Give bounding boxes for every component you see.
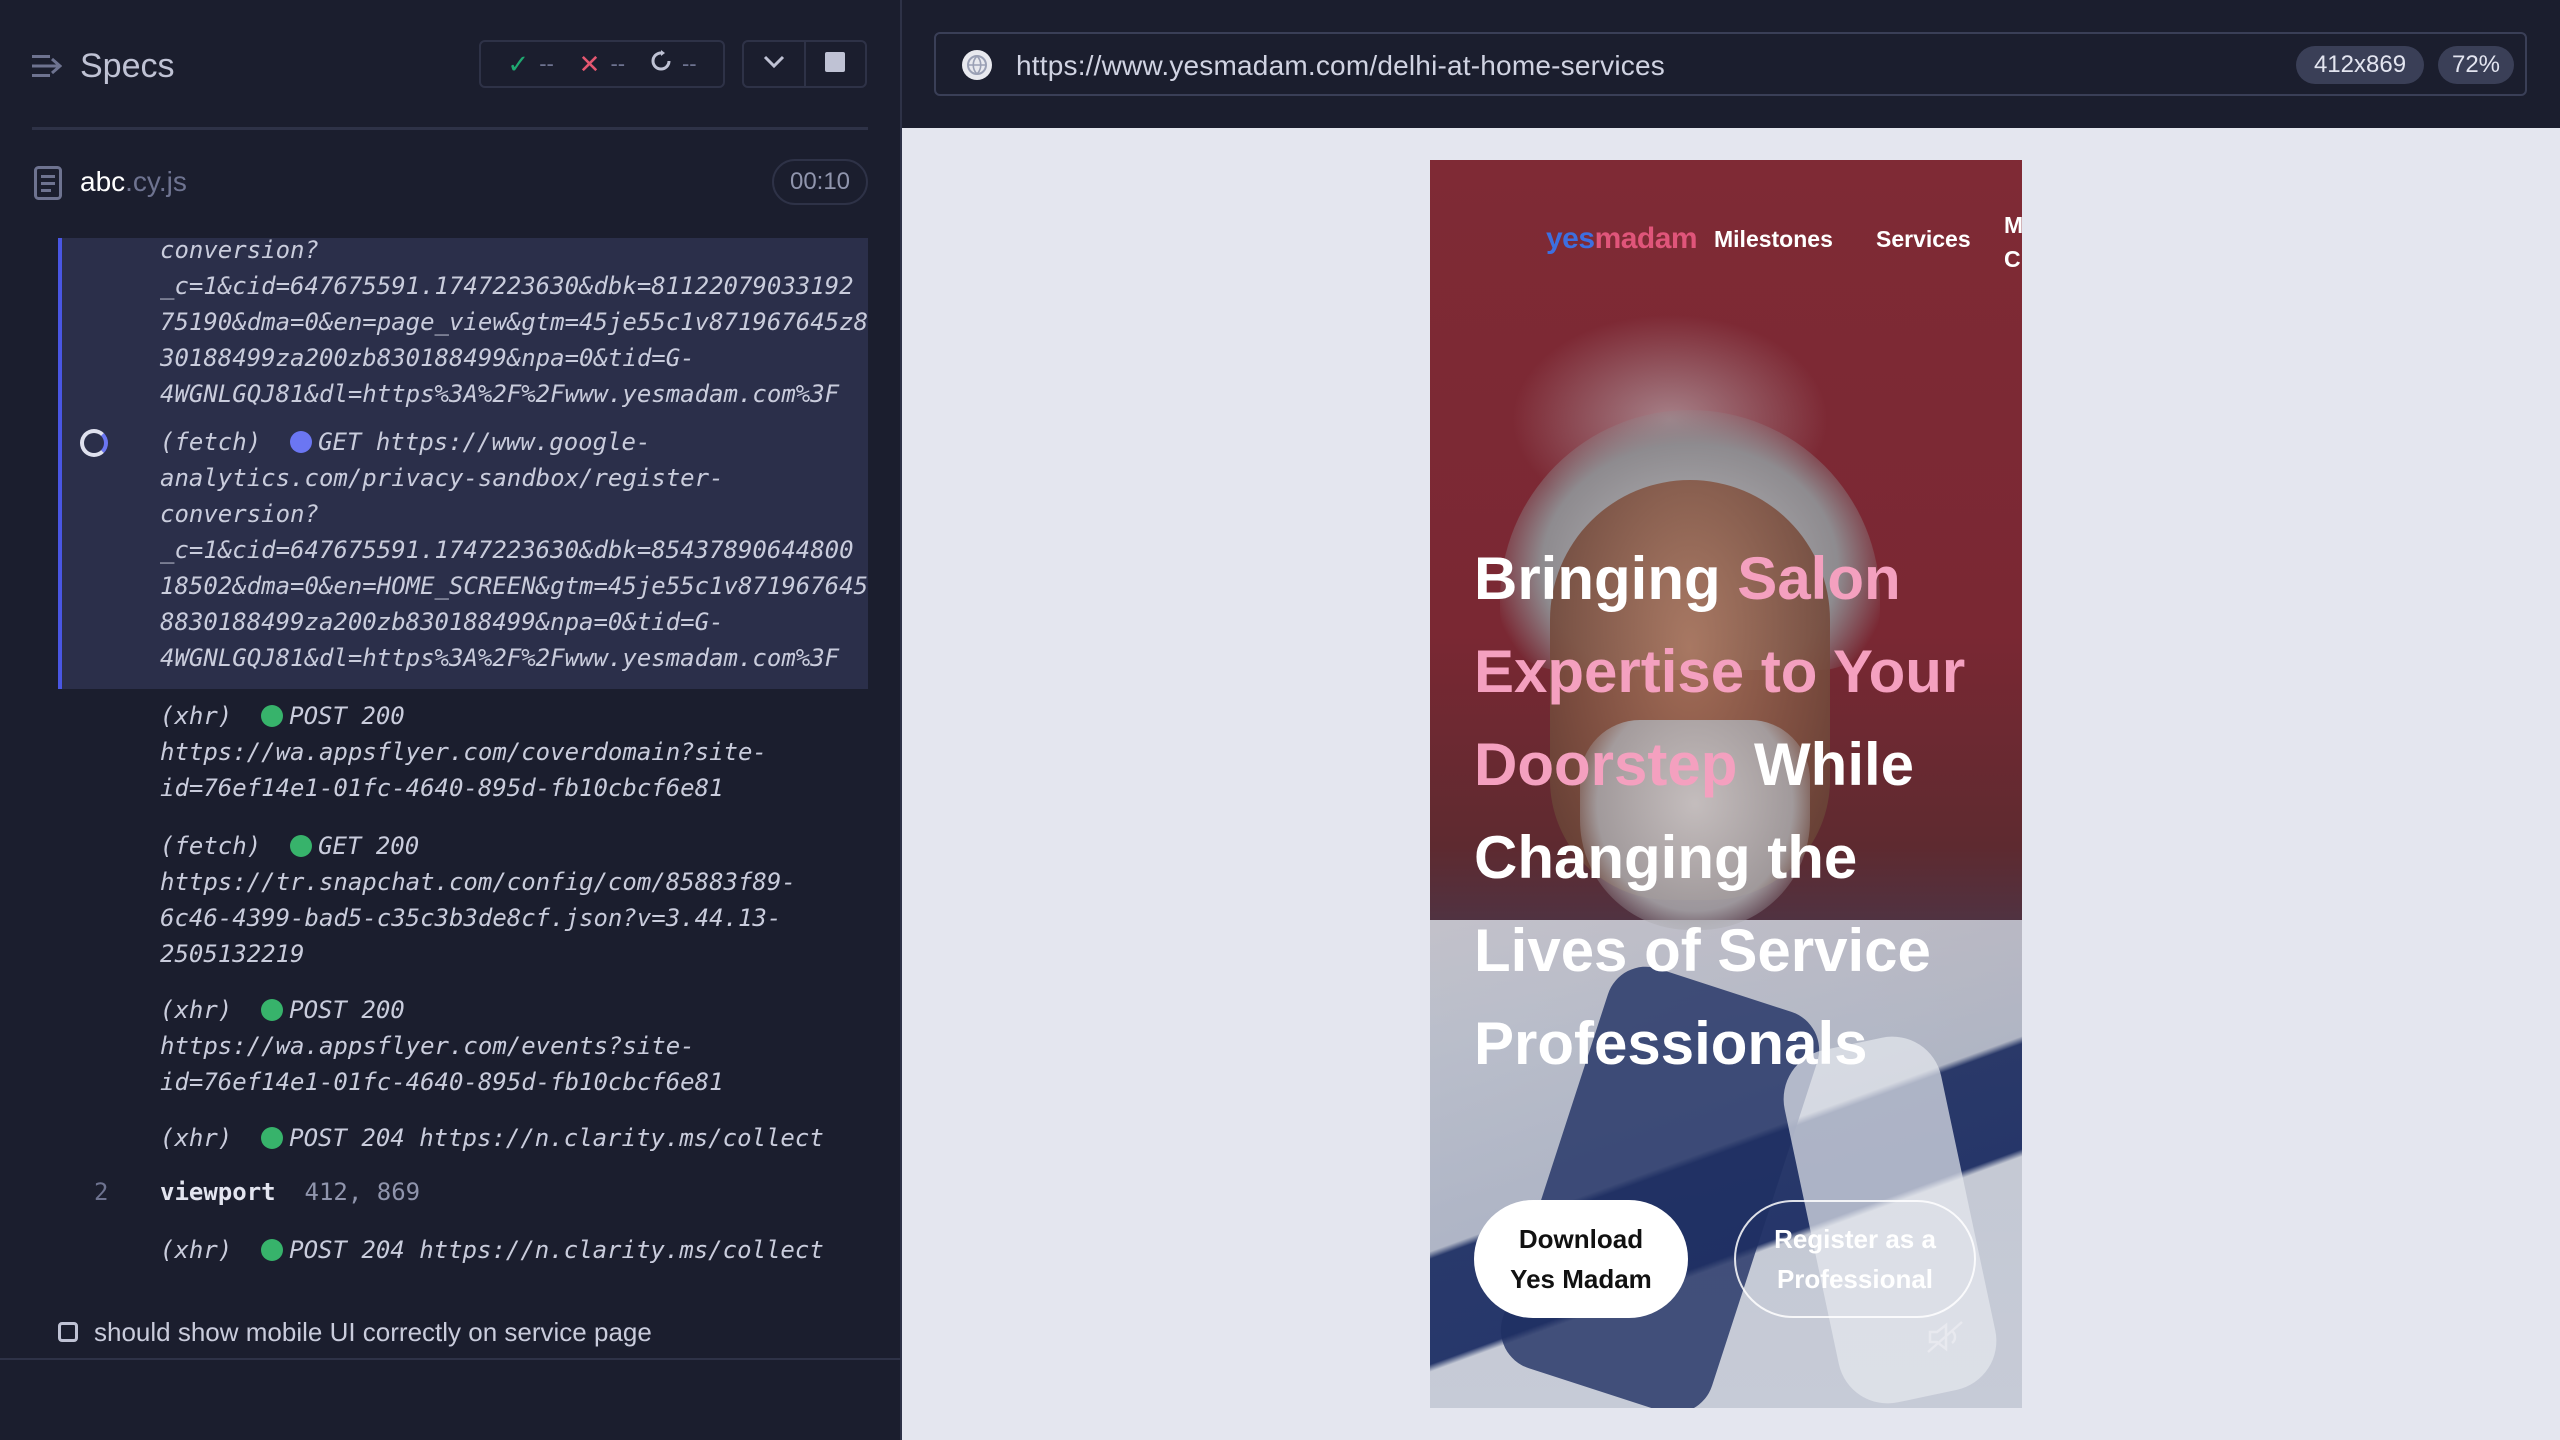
stat-pending: -- xyxy=(650,50,697,78)
reporter-header: Specs ✓ -- ✕ -- -- xyxy=(0,0,900,130)
log-entry[interactable]: (xhr) POST 200 xyxy=(160,992,405,1028)
stop-button[interactable] xyxy=(803,42,866,86)
bottom-divider xyxy=(0,1358,900,1360)
log-entry-viewport[interactable]: viewport 412, 869 xyxy=(160,1178,420,1206)
log-entry[interactable]: (xhr) POST 204 https://n.clarity.ms/coll… xyxy=(160,1232,824,1268)
spinner-icon xyxy=(650,50,672,78)
log-url: https://wa.appsflyer.com/coverdomain?sit… xyxy=(160,738,767,802)
nav-overflow[interactable]: MC xyxy=(2004,208,2022,276)
stop-icon xyxy=(825,51,846,77)
test-stats: ✓ -- ✕ -- -- xyxy=(479,40,725,88)
log-status: POST 200 xyxy=(289,702,405,730)
x-icon: ✕ xyxy=(578,48,601,79)
status-dot xyxy=(261,1127,284,1149)
hero-text-1: Bringing xyxy=(1474,545,1738,612)
viewport-command: viewport xyxy=(160,1178,276,1206)
log-type: (xhr) xyxy=(160,1236,233,1264)
log-status: POST 200 xyxy=(289,996,405,1024)
log-type: (xhr) xyxy=(160,1124,233,1152)
logo-yes: yes xyxy=(1546,222,1595,255)
specs-toggle[interactable]: Specs xyxy=(32,44,175,88)
status-dot xyxy=(261,999,284,1021)
yesmadam-logo[interactable]: yesmadam xyxy=(1546,222,1698,256)
register-button-label: Register as a Professional xyxy=(1774,1224,1936,1294)
nav-overflow-1: M xyxy=(2004,212,2022,238)
log-status: GET 200 xyxy=(318,832,420,860)
stat-passed: ✓ -- xyxy=(507,49,553,80)
file-icon xyxy=(34,166,62,205)
nav-overflow-2: C xyxy=(2004,246,2021,272)
app-viewport: yesmadam Milestones Services MC Bringing… xyxy=(1430,160,2022,1408)
log-url: https://tr.snapchat.com/config/com/85883… xyxy=(160,868,796,968)
viewport-args: 412, 869 xyxy=(304,1178,421,1206)
passed-count: -- xyxy=(539,51,554,76)
log-type: (fetch) xyxy=(160,832,262,860)
test-row[interactable]: should show mobile UI correctly on servi… xyxy=(58,1310,868,1354)
command-log[interactable]: conversion? _c=1&cid=647675591.174722363… xyxy=(58,238,868,1278)
spec-duration: 00:10 xyxy=(772,159,868,205)
log-url: https://wa.appsflyer.com/events?site- id… xyxy=(160,1032,724,1096)
log-entry[interactable]: (xhr) POST 200 xyxy=(160,698,405,734)
stat-failed: ✕ -- xyxy=(579,49,625,80)
globe-icon xyxy=(960,48,994,87)
log-type: (xhr) xyxy=(160,996,233,1024)
mute-icon[interactable] xyxy=(1926,1320,1966,1359)
log-entry[interactable]: (xhr) POST 204 https://n.clarity.ms/coll… xyxy=(160,1120,824,1156)
url-bar-area: https://www.yesmadam.com/delhi-at-home-s… xyxy=(900,0,2560,128)
url-text[interactable]: https://www.yesmadam.com/delhi-at-home-s… xyxy=(1016,50,1665,82)
download-button-label: Download Yes Madam xyxy=(1510,1224,1652,1294)
status-dot xyxy=(290,835,313,857)
log-status: POST 204 https://n.clarity.ms/collect xyxy=(289,1236,824,1264)
log-type: (fetch) xyxy=(160,428,262,456)
spec-file-name: abc.cy.js xyxy=(80,166,187,198)
nav-services[interactable]: Services xyxy=(1876,226,1971,253)
header-divider xyxy=(32,127,868,130)
run-controls xyxy=(742,40,867,88)
download-app-button[interactable]: Download Yes Madam xyxy=(1474,1200,1688,1318)
test-state-icon xyxy=(58,1322,78,1342)
nav-milestones[interactable]: Milestones xyxy=(1714,226,1833,253)
status-dot xyxy=(261,1239,284,1261)
command-number: 2 xyxy=(94,1178,109,1206)
panel-divider xyxy=(900,0,902,1440)
register-professional-button[interactable]: Register as a Professional xyxy=(1734,1200,1976,1318)
log-status: POST 204 https://n.clarity.ms/collect xyxy=(289,1124,824,1152)
check-icon: ✓ xyxy=(507,48,530,79)
specs-menu-icon xyxy=(32,53,62,79)
log-type: (xhr) xyxy=(160,702,233,730)
pending-count: -- xyxy=(681,51,697,76)
spec-file-ext: .cy.js xyxy=(125,166,187,197)
url-bar[interactable]: https://www.yesmadam.com/delhi-at-home-s… xyxy=(934,32,2527,96)
test-title: should show mobile UI correctly on servi… xyxy=(94,1316,652,1347)
reporter-panel: Specs ✓ -- ✕ -- -- abc.cy.js 00:10 conve… xyxy=(0,0,900,1440)
viewport-size-badge[interactable]: 412x869 xyxy=(2296,46,2424,84)
specs-title: Specs xyxy=(80,46,175,85)
chevron-down-icon xyxy=(763,55,785,74)
logo-madam: madam xyxy=(1594,222,1698,255)
log-entry-pending-url: analytics.com/privacy-sandbox/register- … xyxy=(160,464,868,672)
zoom-badge[interactable]: 72% xyxy=(2438,46,2514,84)
log-entry[interactable]: (fetch) GET 200 xyxy=(160,828,419,864)
status-dot xyxy=(261,705,284,727)
status-dot xyxy=(290,431,313,453)
hero-heading: Bringing Salon Expertise to Your Doorste… xyxy=(1474,532,1994,1090)
log-method: GET https://www.google- xyxy=(318,428,651,456)
log-entry-pending[interactable]: (fetch) GET https://www.google- xyxy=(160,424,650,460)
log-entry-conversion-cont: conversion? _c=1&cid=647675591.174722363… xyxy=(160,238,868,408)
spec-file-row[interactable]: abc.cy.js 00:10 xyxy=(0,150,900,216)
pending-spinner-icon xyxy=(80,429,108,457)
failed-count: -- xyxy=(610,51,626,76)
spec-file-base: abc xyxy=(80,166,126,197)
expand-button[interactable] xyxy=(744,42,804,86)
